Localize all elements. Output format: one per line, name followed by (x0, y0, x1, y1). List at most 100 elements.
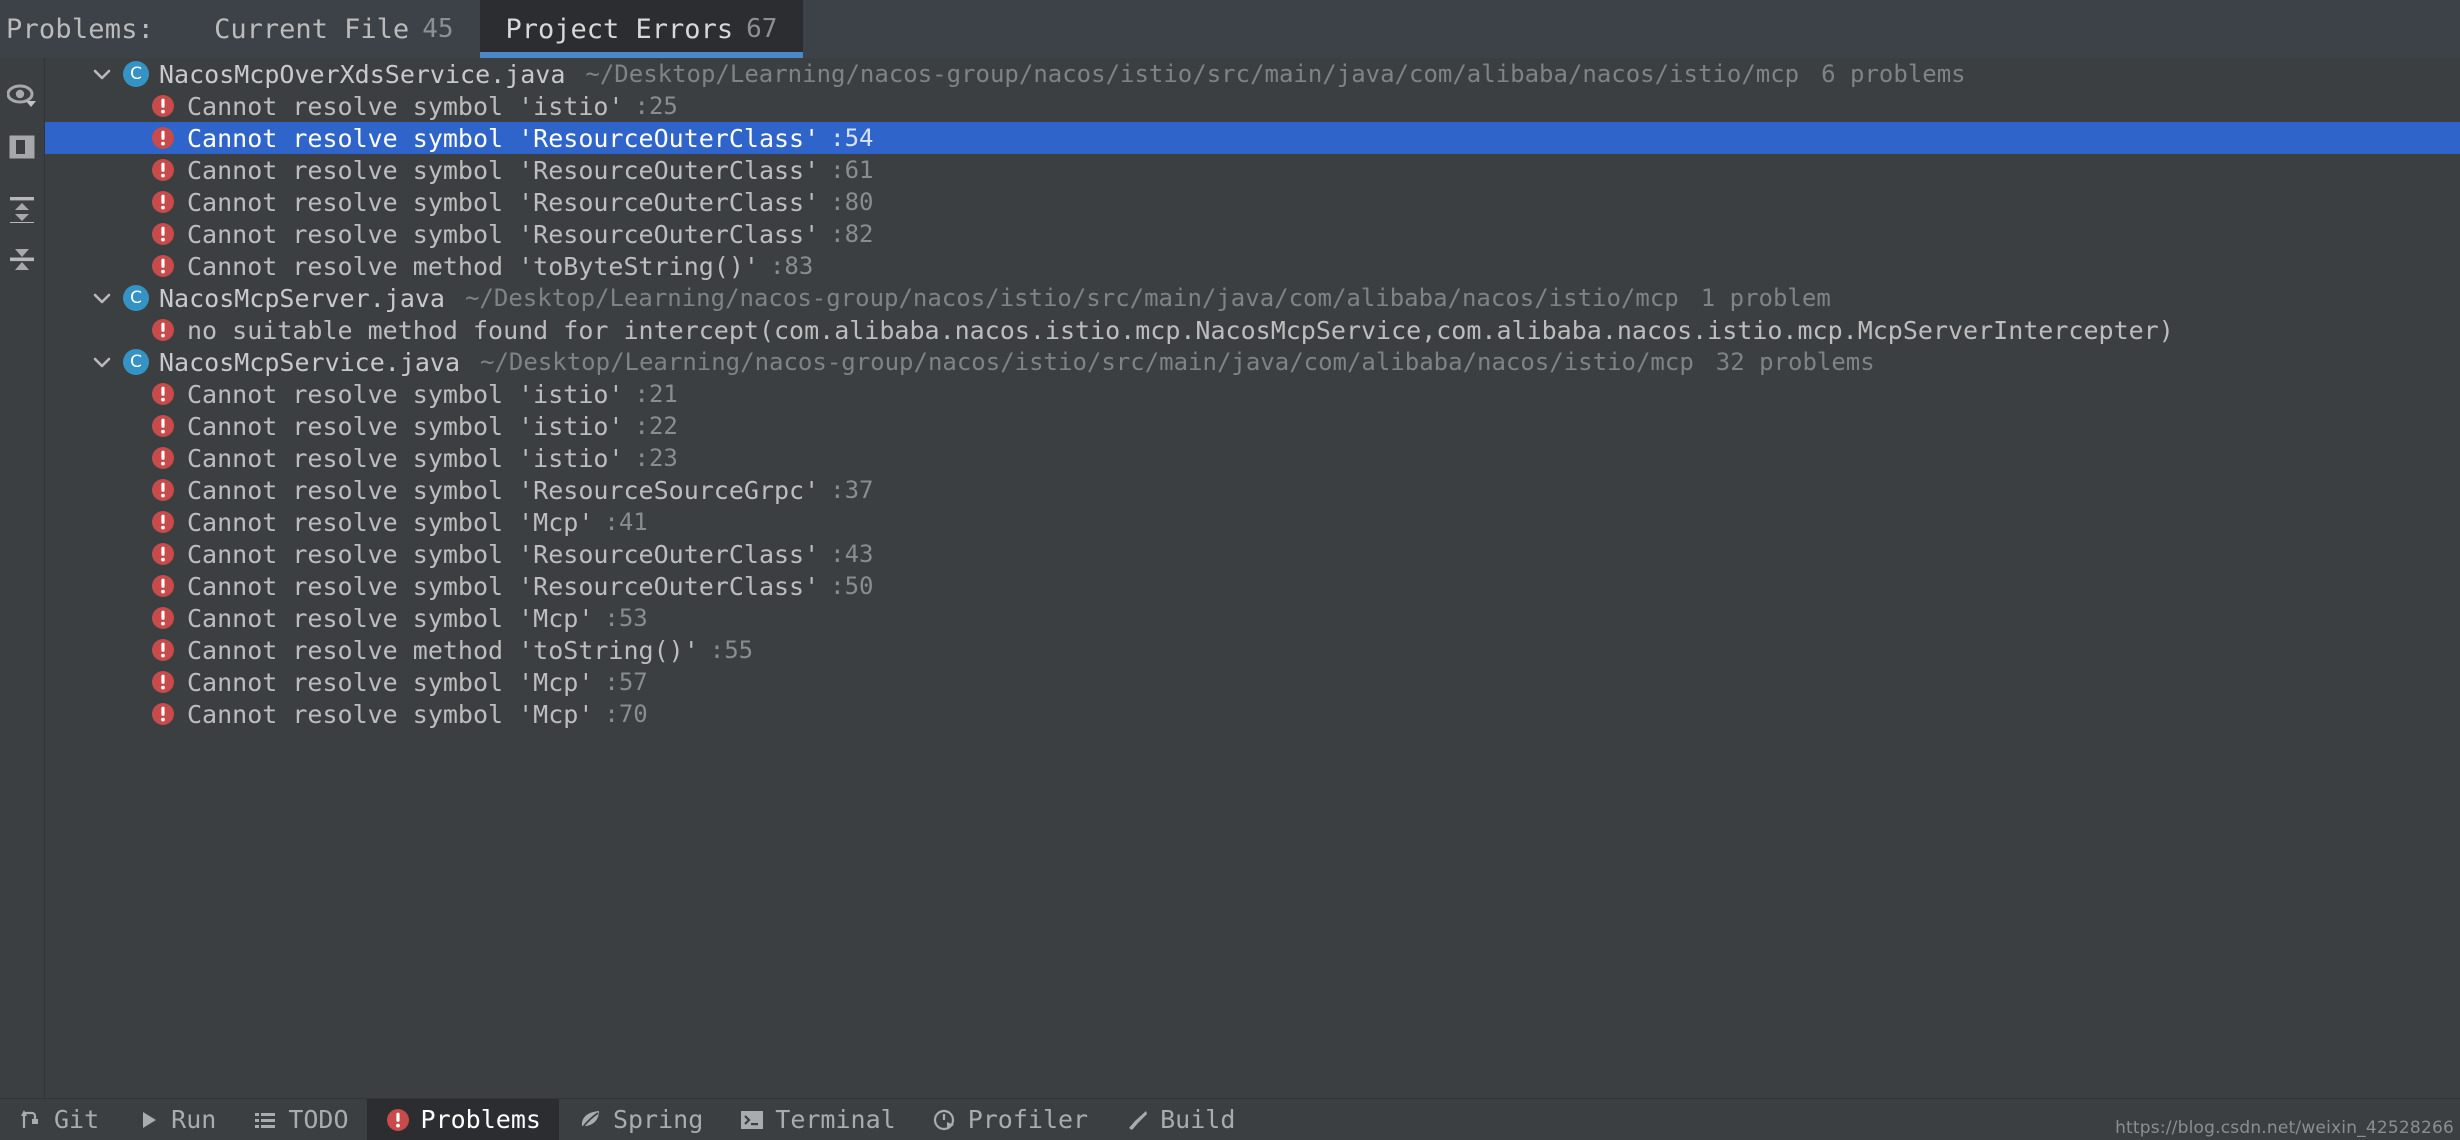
watermark-url: https://blog.csdn.net/weixin_42528266 (2115, 1118, 2454, 1138)
problem-line-number: :54 (830, 124, 874, 152)
chevron-down-icon[interactable] (89, 349, 115, 375)
error-circle-icon (151, 478, 175, 502)
spring-leaf-icon (577, 1107, 603, 1133)
problem-row[interactable]: Cannot resolve symbol 'ResourceSourceGrp… (45, 474, 2460, 506)
error-circle-icon (151, 510, 175, 534)
collapse-all-icon[interactable] (0, 234, 44, 284)
error-circle-icon (151, 670, 175, 694)
bottom-status-bar: Git Run TODO Problems Spring Terminal Profiler… (0, 1098, 2460, 1140)
chevron-down-icon[interactable] (89, 285, 115, 311)
problem-line-number: :57 (604, 668, 648, 696)
problem-message: Cannot resolve symbol 'istio' (187, 443, 624, 473)
tab-project-errors-count: 67 (746, 14, 778, 44)
problems-toolbar-rail (0, 58, 44, 1098)
status-bar-item-label: Spring (612, 1105, 704, 1134)
problem-line-number: :55 (709, 636, 754, 664)
error-circle-icon (151, 574, 175, 598)
problem-message: Cannot resolve symbol 'ResourceOuterClas… (187, 219, 820, 249)
problem-row[interactable]: Cannot resolve symbol 'ResourceOuterClas… (45, 570, 2460, 602)
java-class-icon: C (123, 285, 149, 311)
file-group-row[interactable]: C NacosMcpOverXdsService.java ~/Desktop/Le… (45, 58, 2460, 90)
problem-row[interactable]: Cannot resolve symbol 'Mcp':53 (45, 602, 2460, 634)
problem-row[interactable]: no suitable method found for intercept(c… (45, 314, 2460, 346)
tool-window-title: Problems: (6, 13, 155, 45)
error-circle-icon (151, 638, 175, 662)
file-name: NacosMcpServer.java (159, 283, 445, 313)
problems-tool-window: Problems: Current File 45 Project Errors… (0, 0, 2460, 1140)
problem-line-number: :83 (769, 252, 814, 280)
error-circle-icon (151, 318, 175, 342)
problem-row[interactable]: Cannot resolve symbol 'ResourceOuterClas… (45, 122, 2460, 154)
problem-line-number: :61 (830, 156, 874, 184)
problem-row[interactable]: Cannot resolve symbol 'Mcp':70 (45, 698, 2460, 730)
problem-line-number: :53 (604, 604, 648, 632)
problems-tree[interactable]: C NacosMcpOverXdsService.java ~/Desktop/Le… (44, 58, 2460, 1098)
terminal-prompt-icon (739, 1107, 765, 1133)
problem-row[interactable]: Cannot resolve symbol 'ResourceOuterClas… (45, 186, 2460, 218)
problem-line-number: :50 (830, 572, 874, 600)
problem-message: Cannot resolve symbol 'Mcp' (187, 507, 594, 537)
problem-row[interactable]: Cannot resolve symbol 'istio' :21 (45, 378, 2460, 410)
open-editor-preview-icon[interactable] (0, 122, 44, 172)
problem-row[interactable]: Cannot resolve symbol 'ResourceOuterClas… (45, 154, 2460, 186)
problem-line-number: :41 (604, 508, 648, 536)
build-hammer-icon (1124, 1107, 1150, 1133)
tab-current-file[interactable]: Current File 45 (188, 0, 479, 58)
error-circle-icon (151, 94, 175, 118)
problem-row[interactable]: Cannot resolve symbol 'ResourceOuterClas… (45, 218, 2460, 250)
problem-line-number: :80 (830, 188, 874, 216)
file-group-row[interactable]: C NacosMcpService.java ~/Desktop/Learning/… (45, 346, 2460, 378)
git-branch-icon (18, 1107, 44, 1133)
problems-body: C NacosMcpOverXdsService.java ~/Desktop/Le… (0, 58, 2460, 1098)
problem-line-number: :22 (634, 412, 678, 440)
status-bar-item-label: TODO (288, 1105, 349, 1134)
preview-eye-icon[interactable] (0, 72, 44, 122)
status-bar-item-label: Problems (420, 1105, 541, 1134)
problem-row[interactable]: Cannot resolve method 'toByteString()':8… (45, 250, 2460, 282)
problems-tabbar: Problems: Current File 45 Project Errors… (0, 0, 2460, 58)
status-bar-item-terminal[interactable]: Terminal (721, 1099, 913, 1140)
status-bar-item-todo[interactable]: TODO (234, 1099, 366, 1140)
status-bar-item-spring[interactable]: Spring (559, 1099, 721, 1140)
problem-row[interactable]: Cannot resolve symbol 'istio':22 (45, 410, 2460, 442)
problem-row[interactable]: Cannot resolve method 'toString()' :55 (45, 634, 2460, 666)
status-bar-item-profiler[interactable]: Profiler (914, 1099, 1106, 1140)
problem-row[interactable]: Cannot resolve symbol 'Mcp' :41 (45, 506, 2460, 538)
error-circle-icon (385, 1107, 411, 1133)
problem-row[interactable]: Cannot resolve symbol 'istio' :25 (45, 90, 2460, 122)
error-circle-icon (151, 126, 175, 150)
tab-project-errors-label: Project Errors (505, 13, 734, 45)
status-bar-item-label: Profiler (967, 1105, 1089, 1134)
problem-line-number: :25 (634, 92, 678, 120)
problem-message: Cannot resolve symbol 'Mcp' (187, 699, 594, 729)
problem-line-number: :21 (634, 380, 678, 408)
problem-row[interactable]: Cannot resolve symbol 'Mcp' :57 (45, 666, 2460, 698)
file-path: ~/Desktop/Learning/nacos-group/nacos/ist… (480, 348, 1694, 376)
problem-message: Cannot resolve symbol 'istio' (187, 91, 624, 121)
error-circle-icon (151, 542, 175, 566)
problem-message: Cannot resolve symbol 'istio' (187, 379, 624, 409)
status-bar-item-problems[interactable]: Problems (366, 1099, 559, 1140)
status-bar-item-git[interactable]: Git (0, 1099, 117, 1140)
tab-current-file-count: 45 (422, 14, 454, 44)
problem-line-number: :43 (830, 540, 874, 568)
status-bar-item-build[interactable]: Build (1106, 1099, 1253, 1140)
problem-line-number: :82 (830, 220, 874, 248)
status-bar-item-label: Build (1160, 1105, 1236, 1134)
problem-row[interactable]: Cannot resolve symbol 'istio':23 (45, 442, 2460, 474)
run-play-icon (135, 1107, 161, 1133)
problem-message: Cannot resolve symbol 'Mcp' (187, 667, 594, 697)
file-path: ~/Desktop/Learning/nacos-group/nacos/ist… (585, 60, 1800, 88)
problem-row[interactable]: Cannot resolve symbol 'ResourceOuterClas… (45, 538, 2460, 570)
file-name: NacosMcpService.java (159, 347, 461, 377)
tab-project-errors[interactable]: Project Errors 67 (479, 0, 804, 58)
file-problem-count: 1 problem (1700, 284, 1831, 312)
file-group-row[interactable]: C NacosMcpServer.java ~/Desktop/Learning/n… (45, 282, 2460, 314)
expand-all-icon[interactable] (0, 184, 44, 234)
todo-list-icon (252, 1107, 278, 1133)
chevron-down-icon[interactable] (89, 61, 115, 87)
java-class-icon: C (123, 349, 149, 375)
status-bar-item-run[interactable]: Run (117, 1099, 234, 1140)
problem-line-number: :37 (830, 476, 874, 504)
problem-message: Cannot resolve method 'toString()' (187, 635, 699, 665)
